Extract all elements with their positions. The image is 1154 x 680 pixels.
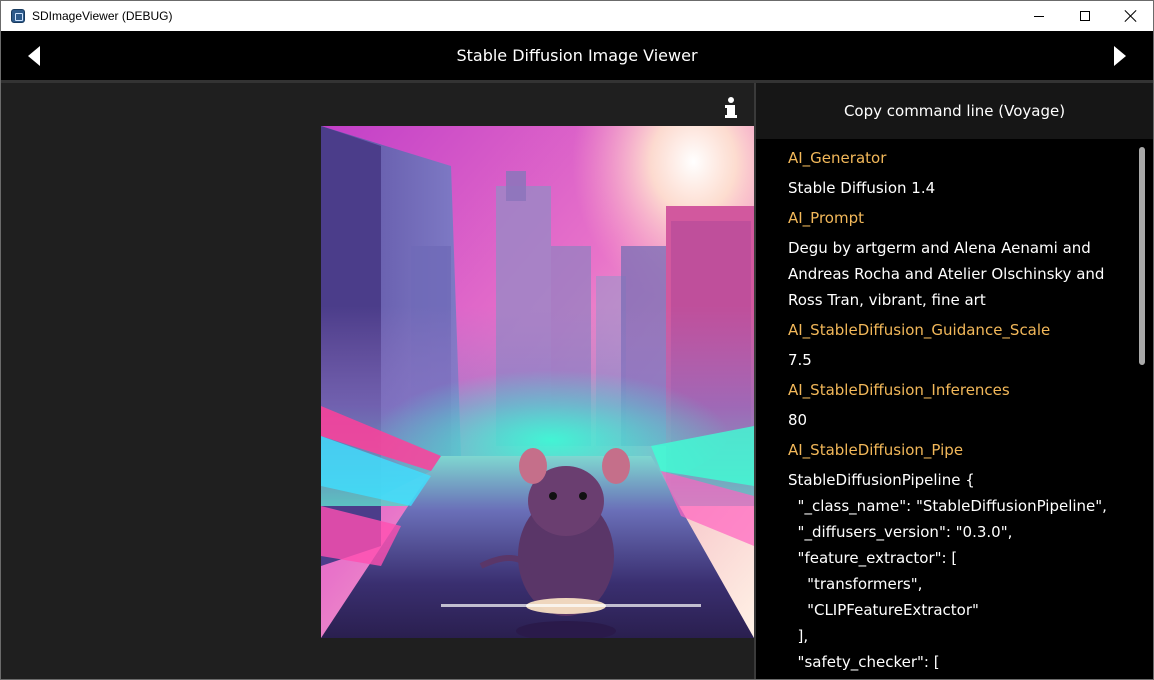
previous-image-button[interactable]: [21, 43, 47, 69]
minimize-button[interactable]: [1016, 1, 1062, 31]
metadata-key-pipe: AI_StableDiffusion_Pipe: [788, 441, 964, 459]
title-bar[interactable]: SDImageViewer (DEBUG): [1, 1, 1153, 31]
scrollbar-thumb[interactable]: [1139, 147, 1145, 365]
header-bar: Stable Diffusion Image Viewer: [1, 31, 1153, 80]
generated-image: [321, 126, 754, 638]
arrow-right-icon: [1114, 46, 1126, 66]
metadata-key-guidance-scale: AI_StableDiffusion_Guidance_Scale: [788, 321, 1051, 339]
maximize-button[interactable]: [1062, 1, 1108, 31]
info-button[interactable]: [721, 95, 745, 121]
image-viewer-area: [1, 83, 754, 679]
app-window: SDImageViewer (DEBUG) Stable Diffusion I…: [0, 0, 1154, 680]
app-icon: [11, 9, 25, 23]
metadata-key-ai-generator: AI_Generator: [788, 149, 887, 167]
metadata-key-inferences: AI_StableDiffusion_Inferences: [788, 381, 1010, 399]
metadata-list: AI_Generator Stable Diffusion 1.4 AI_Pro…: [788, 143, 1128, 677]
arrow-left-icon: [28, 46, 40, 66]
minimize-icon: [1034, 15, 1044, 17]
close-icon: [1125, 10, 1137, 22]
metadata-value-ai-generator: Stable Diffusion 1.4: [788, 179, 936, 197]
metadata-key-ai-prompt: AI_Prompt: [788, 209, 864, 227]
page-title: Stable Diffusion Image Viewer: [456, 46, 698, 65]
maximize-icon: [1080, 11, 1090, 21]
metadata-value-pipe: StableDiffusionPipeline { "_class_name":…: [788, 471, 1107, 671]
window-title: SDImageViewer (DEBUG): [32, 9, 173, 23]
metadata-panel: Copy command line (Voyage) AI_Generator …: [754, 83, 1153, 679]
metadata-value-inferences: 80: [788, 411, 808, 429]
metadata-value-guidance-scale: 7.5: [788, 351, 812, 369]
metadata-scrollbar[interactable]: [1138, 145, 1146, 679]
close-button[interactable]: [1108, 1, 1153, 31]
metadata-value-ai-prompt: Degu by artgerm and Alena Aenami and And…: [788, 239, 1105, 309]
next-image-button[interactable]: [1107, 43, 1133, 69]
copy-command-line-button[interactable]: Copy command line (Voyage): [756, 83, 1153, 139]
